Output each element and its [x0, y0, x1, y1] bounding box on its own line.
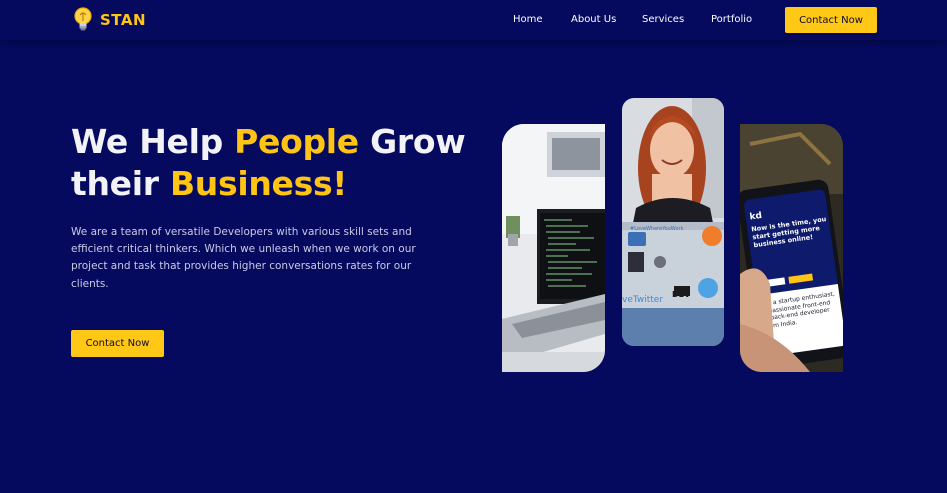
top-navbar: STAN Home About Us Services Portfolio Co…: [0, 0, 947, 40]
hero-title: We Help People Grow their Business!: [71, 121, 491, 205]
nav-home-link[interactable]: Home: [513, 14, 543, 25]
sticker-tag: #LoveWhereYouWork: [630, 226, 684, 232]
nav-about-link[interactable]: About Us: [571, 14, 616, 25]
hero-title-text: We Help: [71, 122, 235, 161]
phone-photo: kd Now is the time, you start getting mo…: [740, 124, 843, 372]
hero-title-highlight: Business!: [169, 164, 348, 203]
hero-contact-button[interactable]: Contact Now: [71, 330, 164, 357]
hero-title-text: their: [71, 164, 170, 203]
nav-portfolio-link[interactable]: Portfolio: [711, 14, 752, 25]
hero-title-highlight: People: [234, 122, 359, 161]
hero-description: We are a team of versatile Developers wi…: [71, 226, 416, 290]
hero-title-text: Grow: [358, 122, 466, 161]
nav-services-link[interactable]: Services: [642, 14, 684, 25]
sticker-dev: DEV: [672, 290, 691, 299]
phone-screen-logo: kd: [749, 211, 763, 223]
woman-photo: #LoveWhereYouWork veTwitter DEV: [622, 98, 724, 346]
laptop-photo: [502, 124, 605, 372]
sticker-twitter: veTwitter: [622, 295, 663, 305]
nav-contact-button[interactable]: Contact Now: [785, 7, 877, 33]
